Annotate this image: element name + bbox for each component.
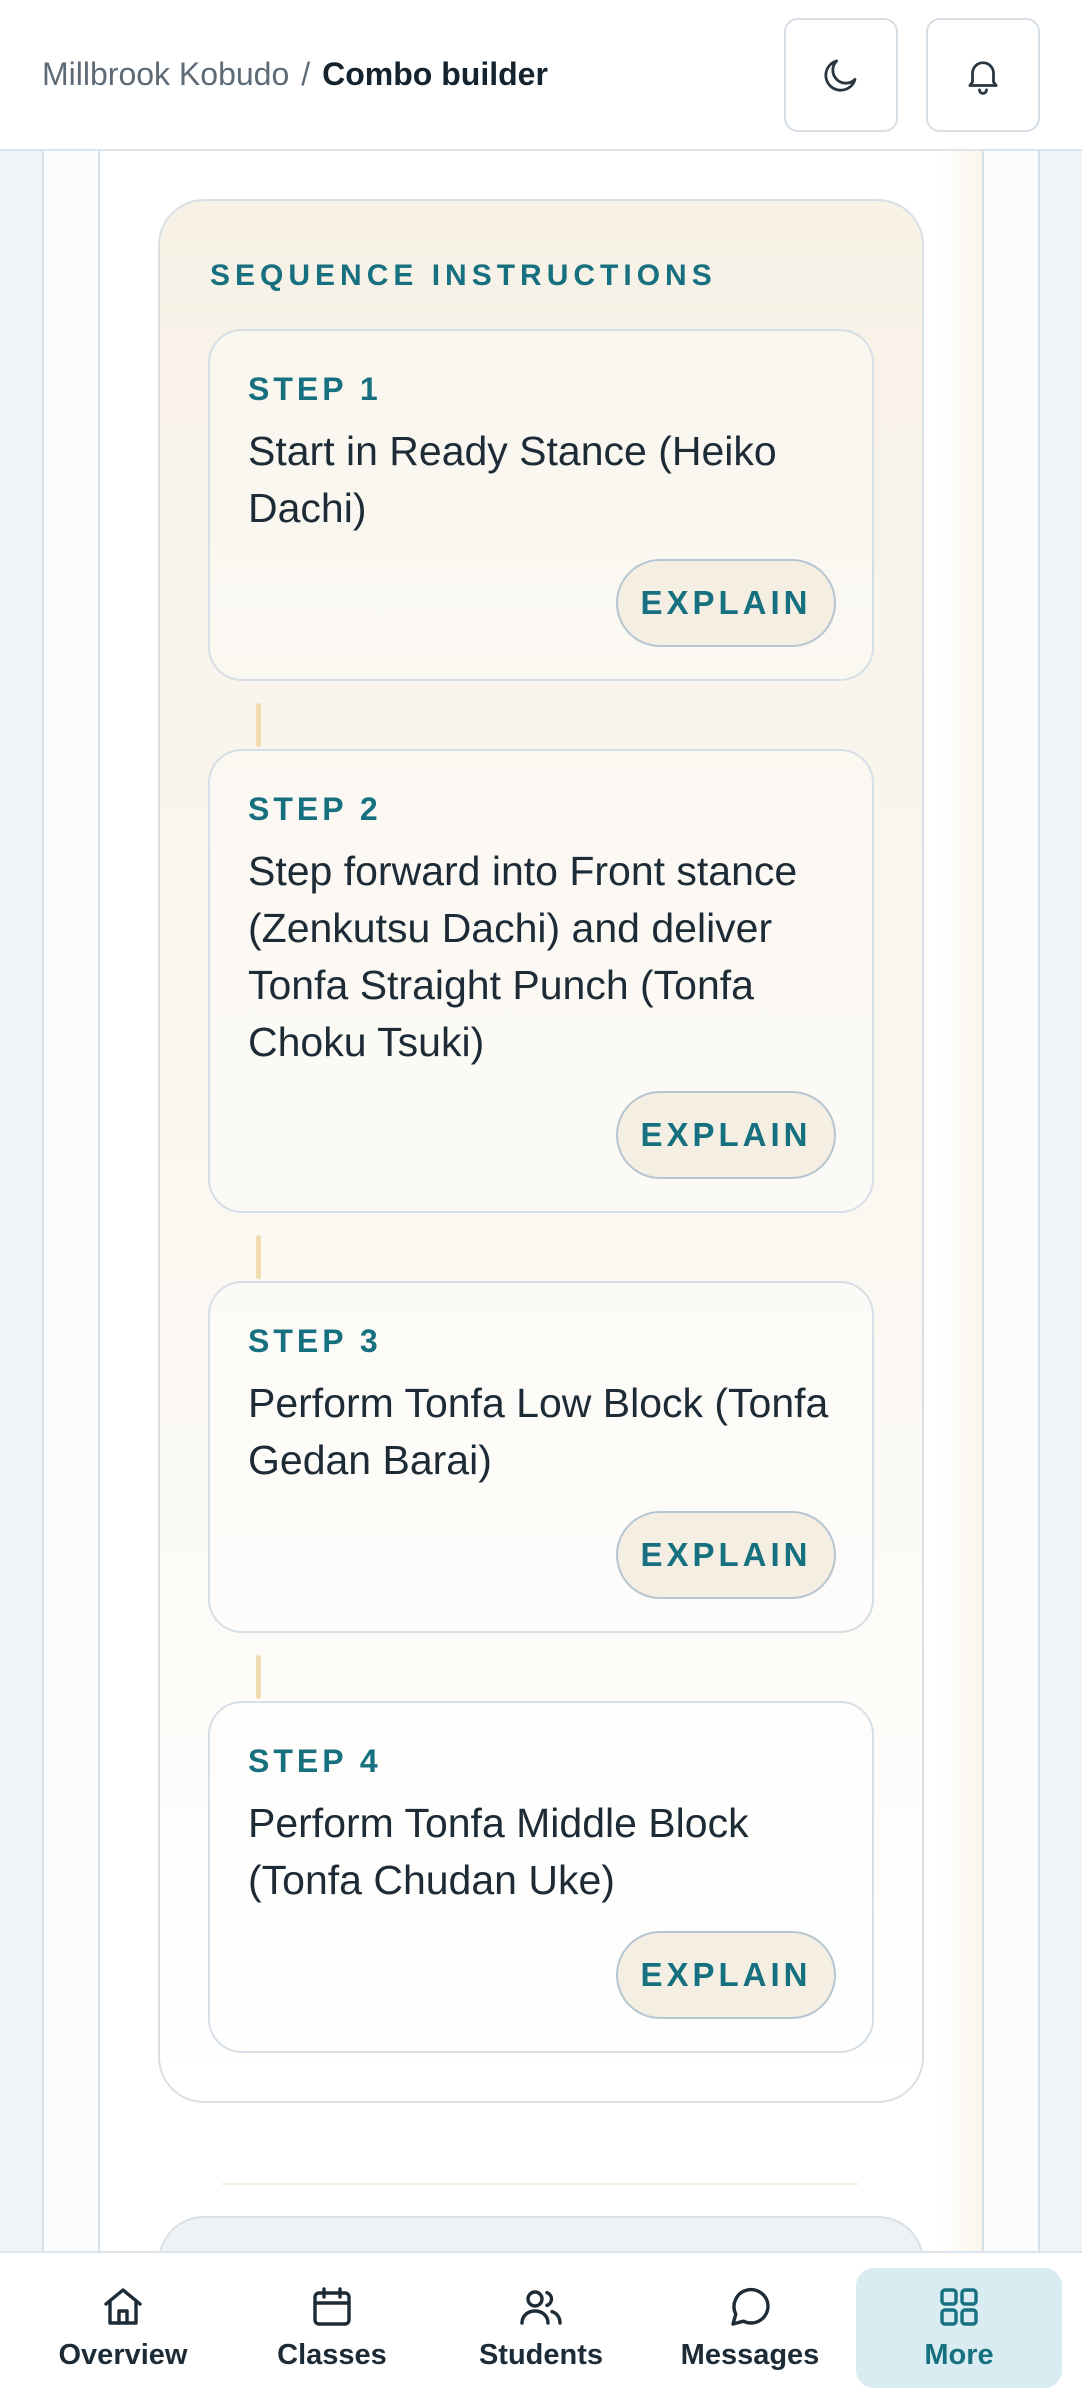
nav-item-overview[interactable]: Overview [20,2268,226,2388]
nav-label: More [924,2339,994,2371]
moon-icon [824,59,857,92]
nav-item-students[interactable]: Students [438,2268,644,2388]
nav-label: Classes [277,2339,387,2371]
nav-label: Students [478,2339,604,2371]
users-icon [520,2290,562,2325]
step-connector [256,703,261,747]
explain-step-1-button[interactable]: EXPLAIN [616,559,836,647]
step-card-3: STEP 3 Perform Tonfa Low Block (Tonfa Ge… [208,1281,874,1633]
explain-step-4-button[interactable]: EXPLAIN [616,1931,836,2019]
step-connector [256,1235,261,1279]
step-card-1: STEP 1 Start in Ready Stance (Heiko Dach… [208,329,874,681]
app-header: Millbrook Kobudo / Combo builder [0,0,1082,151]
bottom-nav: Overview Classes Students Messages More [0,2251,1082,2402]
step-instruction: Perform Tonfa Low Block (Tonfa Gedan Bar… [248,1380,829,1483]
step-label: STEP 3 [248,1323,382,1359]
explain-step-2-button[interactable]: EXPLAIN [616,1091,836,1179]
nav-label: Messages [680,2339,820,2371]
sequence-instructions-card: SEQUENCE INSTRUCTIONS STEP 1 Start in Re… [158,199,924,2103]
step-label: STEP 2 [248,791,382,827]
grid-icon [940,2288,978,2326]
step-label: STEP 1 [248,371,382,407]
step-card-4: STEP 4 Perform Tonfa Middle Block (Tonfa… [208,1701,874,2053]
explain-step-3-button[interactable]: EXPLAIN [616,1511,836,1599]
nav-item-more[interactable]: More [856,2267,1062,2388]
home-icon [104,2288,142,2325]
step-label: STEP 4 [248,1743,382,1779]
page-title: Combo builder [322,56,548,92]
calendar-icon [313,2287,351,2326]
section-title: SEQUENCE INSTRUCTIONS [210,259,717,292]
breadcrumb-school-link[interactable]: Millbrook Kobudo [42,56,289,93]
theme-toggle-button[interactable] [784,17,898,132]
step-instruction: Perform Tonfa Middle Block (Tonfa Chudan… [248,1800,749,1903]
step-card-2: STEP 2 Step forward into Front stance (Z… [208,749,874,1213]
chat-bubble-icon [731,2287,770,2326]
nav-item-classes[interactable]: Classes [229,2268,435,2388]
nav-label: Overview [58,2339,188,2371]
step-connector [256,1655,261,1699]
step-instruction: Start in Ready Stance (Heiko Dachi) [248,428,777,531]
step-instruction: Step forward into Front stance (Zenkutsu… [248,848,798,1065]
section-divider [222,2183,858,2185]
header-actions [784,17,1040,132]
nav-item-messages[interactable]: Messages [647,2268,853,2388]
bell-icon [968,60,998,95]
breadcrumb-separator: / [301,56,311,92]
breadcrumb: Millbrook Kobudo / Combo builder [42,56,548,93]
notifications-button[interactable] [926,17,1040,132]
